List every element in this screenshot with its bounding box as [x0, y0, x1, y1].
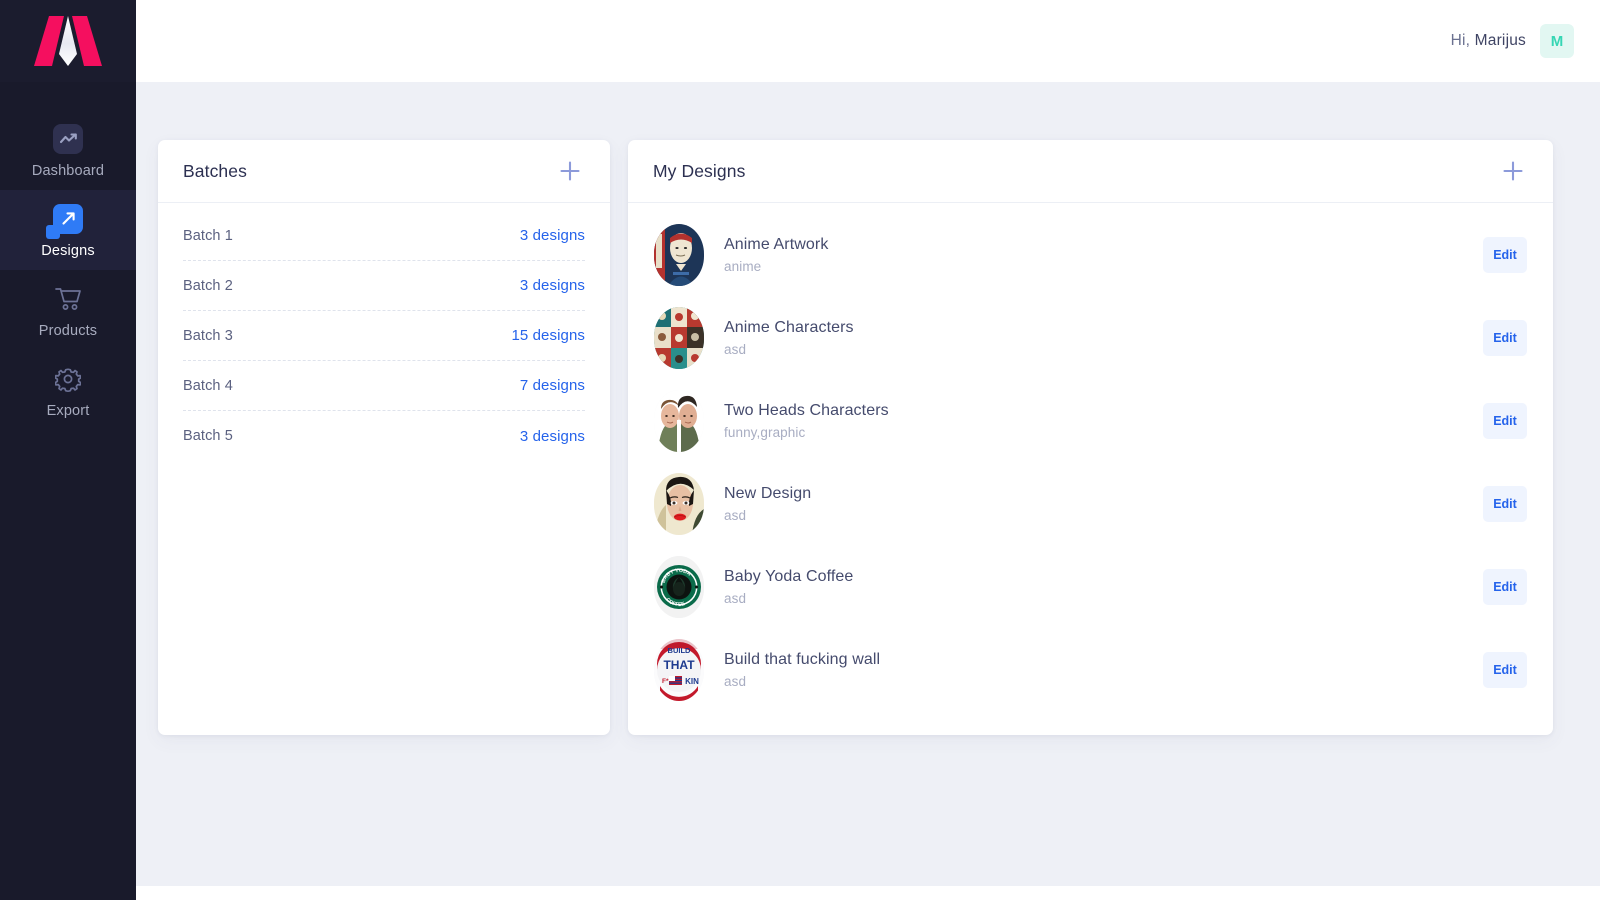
user-menu[interactable]: Hi, Marijus M — [1451, 24, 1574, 58]
sidebar-item-label: Products — [38, 322, 98, 339]
shopping-cart-icon — [51, 282, 85, 316]
batch-row[interactable]: Batch 3 15 designs — [183, 311, 585, 361]
batch-design-count[interactable]: 7 designs — [520, 377, 585, 394]
batch-name: Batch 4 — [183, 377, 233, 394]
greeting-prefix: Hi, — [1450, 32, 1471, 49]
sidebar-item-label: Designs — [41, 242, 95, 259]
design-row[interactable]: Anime Artwork anime Edit — [628, 213, 1553, 296]
batch-name: Batch 1 — [183, 227, 233, 244]
design-text: New Design asd — [724, 485, 1483, 523]
edit-button[interactable]: Edit — [1483, 568, 1527, 605]
designs-panel-header: My Designs — [628, 140, 1553, 203]
sidebar-nav: Dashboard Designs Products Export — [0, 110, 136, 430]
design-name: Two Heads Characters — [724, 401, 889, 419]
design-tags: asd — [724, 341, 747, 357]
design-text: Baby Yoda Coffee asd — [724, 568, 1483, 606]
design-text: Anime Artwork anime — [724, 236, 1483, 274]
m-logo-icon — [34, 16, 102, 66]
batch-row[interactable]: Batch 4 7 designs — [183, 361, 585, 411]
baby-yoda-coffee-thumb: BABY YODA COFFEE — [654, 555, 704, 618]
sidebar-item-products[interactable]: Products — [0, 270, 136, 350]
anime-collage-thumb — [654, 306, 704, 369]
design-text: Anime Characters asd — [724, 319, 1483, 357]
batch-row[interactable]: Batch 1 3 designs — [183, 211, 585, 261]
batches-list: Batch 1 3 designs Batch 2 3 designs Batch 3 1… — [158, 203, 610, 461]
plus-icon — [1503, 161, 1523, 181]
page-title: Batches — [183, 160, 247, 181]
design-tags: funny,graphic — [724, 424, 806, 440]
build-that-wall-thumb: BUILD THAT F* KIN — [654, 638, 704, 701]
design-row[interactable]: BABY YODA COFFEE Baby Yoda Coffee asd Edit — [628, 545, 1553, 628]
top-bar: Hi, Marijus M — [136, 0, 1600, 82]
design-tags: anime — [724, 258, 762, 274]
sidebar-item-export[interactable]: Export — [0, 350, 136, 430]
design-name: Build that fucking wall — [724, 650, 881, 668]
design-text: Build that fucking wall asd — [724, 651, 1483, 689]
user-name: Marijus — [1474, 32, 1526, 49]
edit-button[interactable]: Edit — [1483, 236, 1527, 273]
edit-button[interactable]: Edit — [1483, 319, 1527, 356]
design-name: Baby Yoda Coffee — [724, 567, 854, 585]
page-title: My Designs — [653, 160, 746, 181]
batch-design-count[interactable]: 3 designs — [520, 277, 585, 294]
svg-text:F*: F* — [662, 678, 669, 685]
batch-row[interactable]: Batch 5 3 designs — [183, 411, 585, 461]
batch-design-count[interactable]: 15 designs — [511, 327, 585, 344]
batch-name: Batch 5 — [183, 428, 233, 444]
bottom-strip — [136, 886, 1600, 900]
designs-panel: My Designs Anime Artwork anime Edit Anim… — [628, 140, 1553, 735]
arrow-expand-icon — [46, 202, 85, 239]
app-root: Dashboard Designs Products Export Hi, Ma… — [0, 0, 1600, 900]
sidebar-item-dashboard[interactable]: Dashboard — [0, 110, 136, 190]
app-logo[interactable] — [0, 0, 136, 82]
design-text: Two Heads Characters funny,graphic — [724, 402, 1483, 440]
add-batch-button[interactable] — [555, 156, 585, 186]
batches-panel: Batches Batch 1 3 designs Batch 2 3 designs… — [158, 140, 610, 735]
design-row[interactable]: Anime Characters asd Edit — [628, 296, 1553, 379]
batch-design-count[interactable]: 3 designs — [520, 227, 585, 244]
edit-button[interactable]: Edit — [1483, 485, 1527, 522]
design-name: Anime Characters — [724, 318, 854, 336]
design-tags: asd — [724, 673, 747, 689]
saitama-portrait-thumb — [654, 223, 704, 286]
svg-text:KIN: KIN — [685, 677, 699, 686]
sidebar-item-label: Export — [46, 402, 90, 419]
design-tags: asd — [724, 590, 747, 606]
greeting-text: Hi, Marijus — [1451, 32, 1526, 50]
face-redlips-thumb — [654, 472, 704, 535]
batch-row[interactable]: Batch 2 3 designs — [183, 261, 585, 311]
edit-button[interactable]: Edit — [1483, 651, 1527, 688]
plus-icon — [560, 161, 580, 181]
batch-design-count[interactable]: 3 designs — [520, 428, 585, 445]
design-name: Anime Artwork — [724, 235, 829, 253]
two-heads-thumb — [654, 389, 704, 452]
design-row[interactable]: New Design asd Edit — [628, 462, 1553, 545]
design-row[interactable]: BUILD THAT F* KIN Build that fucking wal… — [628, 628, 1553, 711]
design-tags: asd — [724, 507, 747, 523]
trend-chart-icon — [51, 122, 85, 156]
sidebar-item-label: Dashboard — [31, 162, 105, 179]
add-design-button[interactable] — [1498, 156, 1528, 186]
designs-list: Anime Artwork anime Edit Anime Characters a… — [628, 203, 1553, 711]
svg-text:BUILD: BUILD — [668, 646, 691, 655]
svg-text:THAT: THAT — [663, 658, 695, 672]
gear-icon — [51, 362, 85, 396]
design-row[interactable]: Two Heads Characters funny,graphic Edit — [628, 379, 1553, 462]
batch-name: Batch 2 — [183, 277, 233, 294]
edit-button[interactable]: Edit — [1483, 402, 1527, 439]
avatar[interactable]: M — [1540, 24, 1574, 58]
sidebar: Dashboard Designs Products Export — [0, 0, 136, 900]
sidebar-item-designs[interactable]: Designs — [0, 190, 136, 270]
batch-name: Batch 3 — [183, 327, 233, 344]
batches-panel-header: Batches — [158, 140, 610, 203]
design-name: New Design — [724, 484, 812, 502]
